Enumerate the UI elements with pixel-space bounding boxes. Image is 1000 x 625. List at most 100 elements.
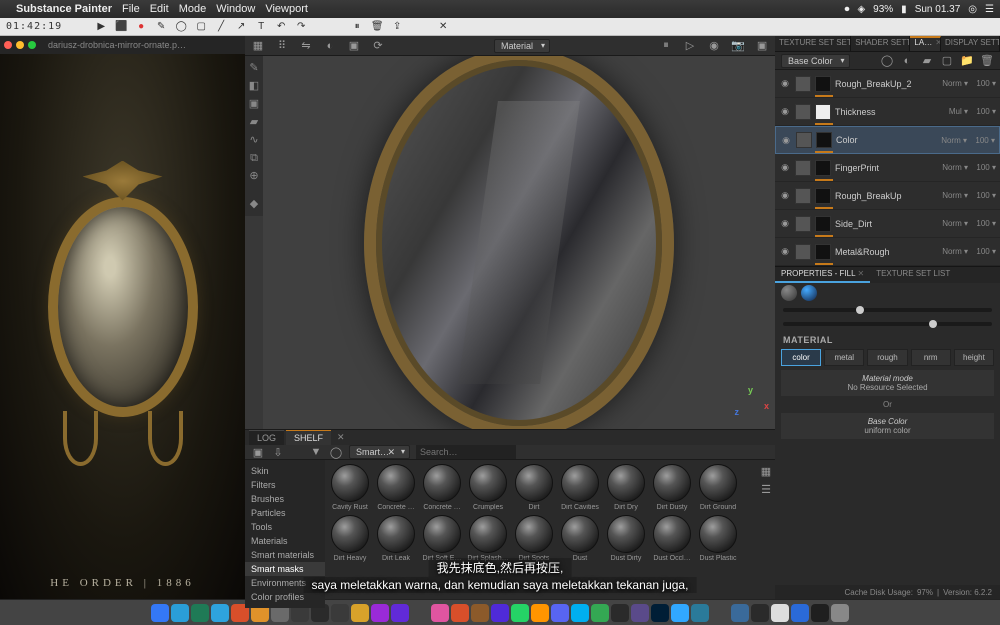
shelf-category[interactable]: Smart materials xyxy=(245,548,325,562)
shelf-asset[interactable]: Dust xyxy=(559,515,601,562)
shelf-asset[interactable]: Dirt Cavities xyxy=(559,464,601,511)
grid-view-icon[interactable]: ▦ xyxy=(759,464,773,478)
layer-thumb[interactable] xyxy=(795,104,811,120)
clear-filter-icon[interactable]: ◯ xyxy=(329,445,343,459)
list-view-icon[interactable]: ☰ xyxy=(759,482,773,496)
blend-mode[interactable]: Norm ▾ xyxy=(937,136,967,145)
fill-tool-icon[interactable]: ▰ xyxy=(247,114,261,130)
layer-mask[interactable] xyxy=(815,244,831,260)
shelf-asset[interactable]: Dirt Leak xyxy=(375,515,417,562)
tab-properties-fill[interactable]: PROPERTIES - FILL ✕ xyxy=(775,267,870,283)
menu-extra-icon[interactable]: ☰ xyxy=(985,4,994,15)
symmetry-icon[interactable]: ⇋ xyxy=(299,39,313,53)
visibility-icon[interactable]: ◉ xyxy=(779,246,791,257)
shelf-category[interactable]: Particles xyxy=(245,506,325,520)
grid-icon[interactable]: ▦ xyxy=(251,39,265,53)
layer-mask[interactable] xyxy=(815,76,831,92)
shelf-category[interactable]: Brushes xyxy=(245,492,325,506)
shelf-close-icon[interactable]: ✕ xyxy=(333,430,349,445)
layer-name[interactable]: Color xyxy=(836,135,933,145)
render-icon[interactable]: ◉ xyxy=(707,39,721,53)
shelf-category[interactable]: Smart masks xyxy=(245,562,325,576)
persp-icon[interactable]: ▣ xyxy=(347,39,361,53)
panel-tab[interactable]: TEXTURE SET SETT… xyxy=(775,36,851,51)
layer-name[interactable]: Thickness xyxy=(835,107,934,117)
dock-app[interactable] xyxy=(831,604,849,622)
shelf-asset[interactable]: Crumples xyxy=(467,464,509,511)
shelf-asset[interactable]: Dirt xyxy=(513,464,555,511)
layer-row[interactable]: ◉ Thickness Mul ▾ 100 ▾ xyxy=(775,98,1000,126)
app-name[interactable]: Substance Painter xyxy=(16,3,112,15)
shelf-asset[interactable]: Dust Occl… xyxy=(651,515,693,562)
visibility-icon[interactable]: ◉ xyxy=(779,78,791,89)
layer-mask[interactable] xyxy=(815,216,831,232)
close-icon[interactable]: ✕ xyxy=(436,20,450,34)
layer-row[interactable]: ◉ Rough_BreakUp Norm ▾ 100 ▾ xyxy=(775,182,1000,210)
opacity[interactable]: 100 ▾ xyxy=(972,247,996,256)
layer-name[interactable]: Rough_BreakUp_2 xyxy=(835,79,934,89)
add-layer-icon[interactable]: ▢ xyxy=(940,54,954,68)
layer-thumb[interactable] xyxy=(795,244,811,260)
snapshot-icon[interactable]: ▣ xyxy=(755,39,769,53)
layer-mask[interactable] xyxy=(815,104,831,120)
layer-channel-dropdown[interactable]: Base Color xyxy=(781,54,850,68)
visibility-icon[interactable]: ◉ xyxy=(779,106,791,117)
mask-icon[interactable]: ◯ xyxy=(880,54,894,68)
dock-app[interactable] xyxy=(151,604,169,622)
blend-mode[interactable]: Norm ▾ xyxy=(938,219,968,228)
tab-texture-set-list[interactable]: TEXTURE SET LIST xyxy=(870,267,956,283)
circle-icon[interactable]: ◯ xyxy=(174,20,188,34)
shelf-asset[interactable]: Dirt Soft E… xyxy=(421,515,463,562)
shelf-search-input[interactable] xyxy=(416,445,516,459)
pencil-icon[interactable]: ✎ xyxy=(154,20,168,34)
window-min-icon[interactable] xyxy=(16,41,24,49)
text-icon[interactable]: T xyxy=(254,20,268,34)
trash-icon[interactable]: 🗑 xyxy=(370,20,384,34)
dots-icon[interactable]: ⠿ xyxy=(275,39,289,53)
blend-mode[interactable]: Norm ▾ xyxy=(938,191,968,200)
channel-chip[interactable]: nrm xyxy=(911,349,951,366)
layer-name[interactable]: Rough_BreakUp xyxy=(835,191,934,201)
tab-shelf[interactable]: SHELF xyxy=(286,430,331,445)
menu-edit[interactable]: Edit xyxy=(150,3,169,15)
filter-icon[interactable]: ▼ xyxy=(309,445,323,459)
scale-slider[interactable] xyxy=(783,308,992,312)
menu-window[interactable]: Window xyxy=(216,3,255,15)
smudge-tool-icon[interactable]: ∿ xyxy=(247,132,261,148)
play-icon[interactable]: ▶ xyxy=(94,20,108,34)
window-max-icon[interactable] xyxy=(28,41,36,49)
dock-app[interactable] xyxy=(811,604,829,622)
visibility-icon[interactable]: ◉ xyxy=(779,162,791,173)
layer-mask[interactable] xyxy=(815,160,831,176)
shelf-asset[interactable]: Dirt Spots xyxy=(513,515,555,562)
shelf-asset[interactable]: Dust Dirty xyxy=(605,515,647,562)
record-icon[interactable]: ● xyxy=(134,20,148,34)
opacity[interactable]: 100 ▾ xyxy=(972,163,996,172)
polyfill-tool-icon[interactable]: ◆ xyxy=(247,196,261,212)
dock-app[interactable] xyxy=(791,604,809,622)
stop-icon[interactable]: ⬛ xyxy=(114,20,128,34)
layer-name[interactable]: Side_Dirt xyxy=(835,219,934,229)
shelf-category[interactable]: Color profiles xyxy=(245,590,325,604)
menu-file[interactable]: File xyxy=(122,3,140,15)
layer-thumb[interactable] xyxy=(796,132,812,148)
square-icon[interactable]: ▢ xyxy=(194,20,208,34)
view-icon[interactable]: ◐ xyxy=(323,39,337,53)
eraser-tool-icon[interactable]: ◧ xyxy=(247,78,261,94)
layer-row[interactable]: ◉ Color Norm ▾ 100 ▾ xyxy=(775,126,1000,154)
window-close-icon[interactable] xyxy=(4,41,12,49)
channel-dropdown[interactable]: Material xyxy=(494,39,550,53)
pause-vp-icon[interactable]: ⏸ xyxy=(659,39,673,53)
channel-chip[interactable]: metal xyxy=(824,349,864,366)
channel-chip[interactable]: height xyxy=(954,349,994,366)
pause-icon[interactable]: ⏸ xyxy=(350,20,364,34)
folder-icon[interactable]: ▣ xyxy=(251,445,265,459)
blend-mode[interactable]: Norm ▾ xyxy=(938,163,968,172)
refresh-icon[interactable]: ⟳ xyxy=(371,39,385,53)
fill-projection-icon[interactable] xyxy=(781,285,797,301)
opacity[interactable]: 100 ▾ xyxy=(972,191,996,200)
clone-tool-icon[interactable]: ⧉ xyxy=(247,150,261,166)
picker-tool-icon[interactable]: ⊕ xyxy=(247,168,261,184)
shelf-asset[interactable]: Dirt Dusty xyxy=(651,464,693,511)
layer-name[interactable]: FingerPrint xyxy=(835,163,934,173)
